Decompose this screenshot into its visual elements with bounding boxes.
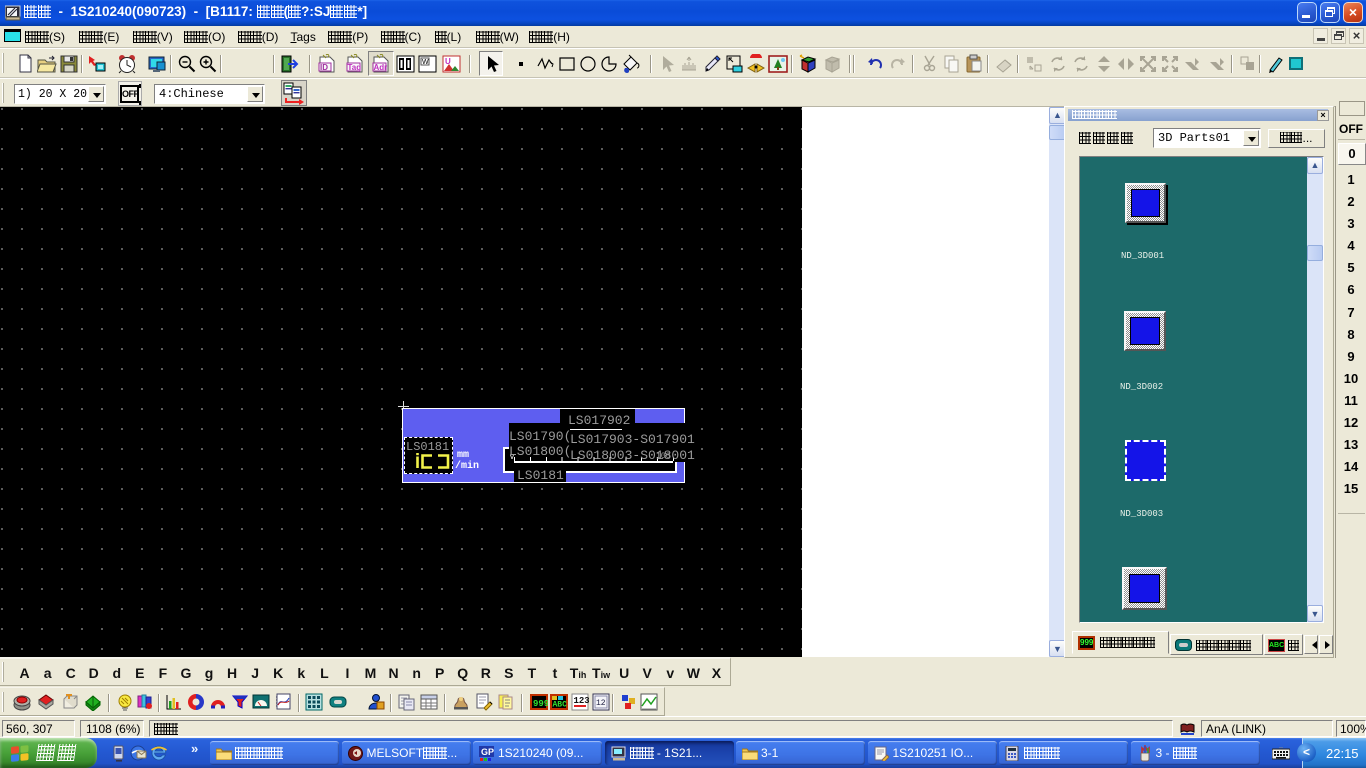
svg-text:999: 999	[533, 699, 548, 709]
svg-text:Tag: Tag	[348, 63, 362, 72]
svg-text:ABC: ABC	[553, 701, 568, 710]
svg-text:123: 123	[573, 696, 589, 706]
svg-text:Adr: Adr	[374, 63, 388, 72]
svg-text:GP: GP	[481, 747, 494, 757]
svg-text:12: 12	[596, 699, 606, 708]
svg-text:U: U	[445, 57, 451, 66]
svg-text:W: W	[422, 59, 429, 66]
svg-text:ID: ID	[320, 63, 328, 72]
